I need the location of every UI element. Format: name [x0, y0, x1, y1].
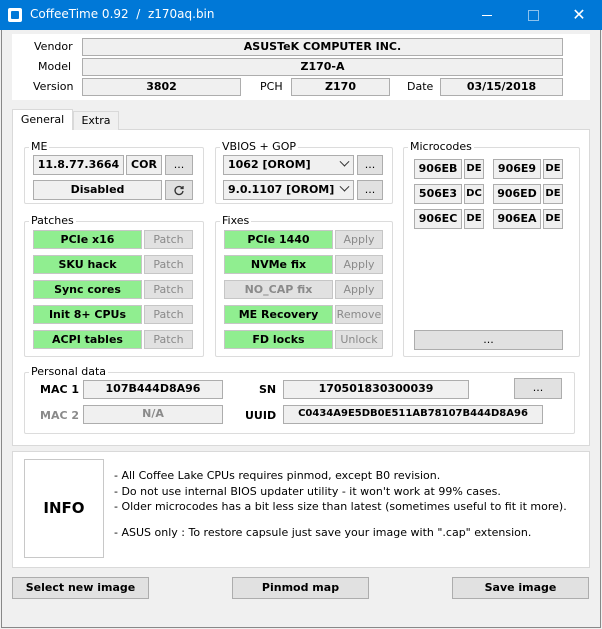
vbios-select[interactable]: 1062 [OROM] — [223, 155, 354, 175]
vendor-label: Vendor — [34, 40, 73, 53]
fixes-group-title: Fixes — [220, 214, 252, 227]
info-line: - Do not use internal BIOS updater utili… — [114, 485, 501, 498]
microcode-tag: DE — [543, 184, 563, 204]
vbios-group-title: VBIOS + GOP — [220, 140, 298, 153]
maximize-button[interactable] — [510, 0, 556, 30]
close-button[interactable]: ✕ — [556, 0, 602, 30]
pch-field: Z170 — [291, 78, 390, 96]
patch-status: Init 8+ CPUs — [33, 305, 142, 324]
model-label: Model — [38, 60, 72, 73]
microcode-item: 906EA — [493, 209, 541, 229]
patch-button[interactable]: Patch — [144, 255, 193, 274]
microcode-item: 506E3 — [414, 184, 462, 204]
gop-select-value: 9.0.1107 [OROM] — [228, 183, 335, 196]
gop-more-button[interactable]: ... — [357, 180, 383, 200]
info-heading: INFO — [24, 459, 104, 558]
refresh-icon — [174, 185, 184, 196]
minimize-button[interactable] — [464, 0, 510, 30]
patch-status: PCIe x16 — [33, 230, 142, 249]
uuid-label: UUID — [245, 409, 277, 422]
uuid-field: C0434A9E5DB0E511AB78107B444D8A96 — [283, 405, 543, 424]
vbios-select-value: 1062 [OROM] — [228, 158, 311, 171]
me-refresh-button[interactable] — [165, 180, 193, 200]
personal-data-title: Personal data — [29, 365, 109, 378]
microcode-tag: DE — [543, 159, 563, 179]
patch-button[interactable]: Patch — [144, 330, 193, 349]
microcode-item: 906ED — [493, 184, 541, 204]
fix-status: ME Recovery — [224, 305, 333, 324]
microcode-tag: DC — [464, 184, 484, 204]
mac2-field: N/A — [83, 405, 223, 424]
me-more-button[interactable]: ... — [165, 155, 193, 175]
me-state-field: Disabled — [33, 180, 162, 200]
date-field: 03/15/2018 — [440, 78, 563, 96]
window-title: CoffeeTime 0.92 / z170aq.bin — [30, 7, 215, 21]
title-bar: CoffeeTime 0.92 / z170aq.bin ✕ — [0, 0, 602, 30]
date-label: Date — [407, 80, 434, 93]
patch-status: Sync cores — [33, 280, 142, 299]
mac1-field: 107B444D8A96 — [83, 380, 223, 399]
info-line: - Older microcodes has a bit less size t… — [114, 500, 567, 513]
version-label: Version — [33, 80, 74, 93]
microcode-item: 906EB — [414, 159, 462, 179]
fix-status: FD locks — [224, 330, 333, 349]
patch-button[interactable]: Patch — [144, 280, 193, 299]
me-sku-field: COR — [126, 155, 162, 175]
personal-more-button[interactable]: ... — [514, 378, 562, 399]
sn-field: 170501830300039 — [283, 380, 469, 399]
patch-status: SKU hack — [33, 255, 142, 274]
fix-status: PCIe 1440 — [224, 230, 333, 249]
fix-status: NVMe fix — [224, 255, 333, 274]
app-icon — [8, 8, 22, 22]
gop-select[interactable]: 9.0.1107 [OROM] — [223, 180, 354, 200]
microcode-tag: DE — [543, 209, 563, 229]
patch-button[interactable]: Patch — [144, 305, 193, 324]
sn-label: SN — [259, 383, 277, 396]
patches-group-title: Patches — [29, 214, 76, 227]
mac2-label: MAC 2 — [40, 409, 80, 422]
model-field: Z170-A — [82, 58, 563, 76]
patch-button[interactable]: Patch — [144, 230, 193, 249]
pinmod-map-button[interactable]: Pinmod map — [232, 577, 369, 599]
save-image-button[interactable]: Save image — [452, 577, 589, 599]
mac1-label: MAC 1 — [40, 383, 80, 396]
microcodes-more-button[interactable]: ... — [414, 330, 563, 350]
fix-button[interactable]: Remove — [335, 305, 383, 324]
fix-button[interactable]: Apply — [335, 230, 383, 249]
fix-button[interactable]: Apply — [335, 280, 383, 299]
version-field: 3802 — [82, 78, 241, 96]
chevron-down-icon — [339, 156, 350, 167]
chevron-down-icon — [339, 181, 350, 192]
vbios-more-button[interactable]: ... — [357, 155, 383, 175]
fix-button[interactable]: Apply — [335, 255, 383, 274]
info-line: - All Coffee Lake CPUs requires pinmod, … — [114, 469, 441, 482]
tab-extra[interactable]: Extra — [73, 111, 119, 130]
info-line: - ASUS only : To restore capsule just sa… — [114, 526, 532, 539]
patch-status: ACPI tables — [33, 330, 142, 349]
me-version-field: 11.8.77.3664 — [33, 155, 124, 175]
vendor-field: ASUSTeK COMPUTER INC. — [82, 38, 563, 56]
tab-general[interactable]: General — [12, 109, 73, 130]
me-group-title: ME — [29, 140, 50, 153]
microcodes-group-title: Microcodes — [408, 140, 474, 153]
microcode-item: 906E9 — [493, 159, 541, 179]
microcode-tag: DE — [464, 159, 484, 179]
microcode-tag: DE — [464, 209, 484, 229]
select-new-image-button[interactable]: Select new image — [12, 577, 149, 599]
microcode-item: 906EC — [414, 209, 462, 229]
pch-label: PCH — [260, 80, 283, 93]
fix-status: NO_CAP fix — [224, 280, 333, 299]
fix-button[interactable]: Unlock — [335, 330, 383, 349]
